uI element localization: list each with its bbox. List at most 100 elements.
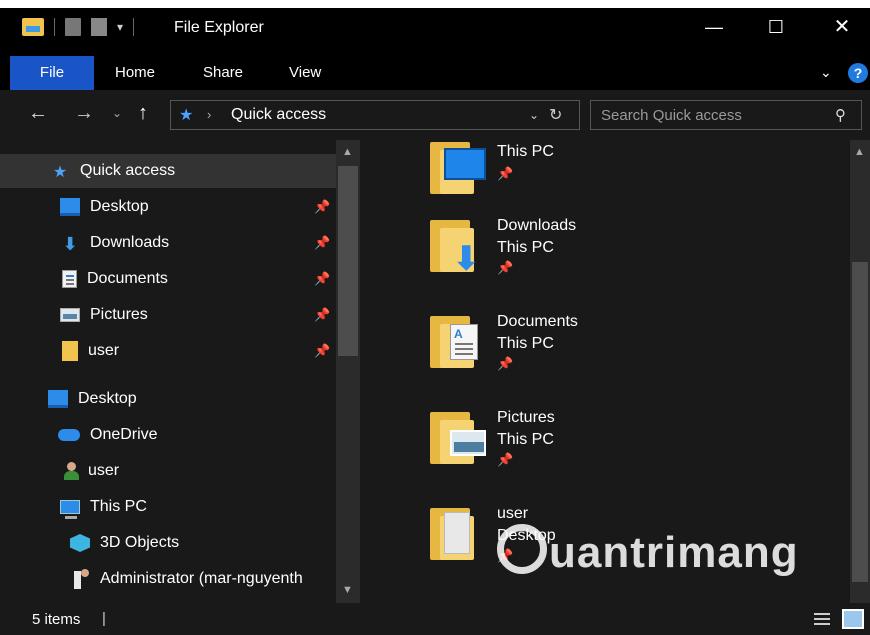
content-scrollbar[interactable]: ▲ [850,140,870,603]
pin-icon: 📌 [314,307,331,322]
user-folder-icon [428,504,488,564]
sidebar-item-label: Quick access [80,162,176,179]
pin-icon: 📌 [314,199,331,214]
item-name: Pictures [497,409,555,426]
sidebar-item-administrator[interactable]: Administrator (mar-nguyenth [0,562,336,596]
documents-icon [62,270,77,288]
this-pc-icon [60,500,80,519]
sidebar-scrollbar[interactable]: ▲ ▼ [336,140,360,603]
expand-ribbon-icon[interactable]: ⌄ [820,64,832,81]
3d-objects-icon [70,534,90,552]
pictures-icon [60,308,80,322]
search-box[interactable]: ⚲ [590,100,862,130]
forward-button[interactable]: → [74,102,94,125]
tab-view[interactable]: View [289,56,321,90]
sidebar-item-documents[interactable]: Documents 📌 [0,262,336,296]
tab-share[interactable]: Share [203,56,243,90]
maximize-button[interactable]: ☐ [754,12,798,42]
tab-file[interactable]: File [10,56,94,90]
sidebar-item-label: Pictures [90,306,148,323]
sidebar-item-user[interactable]: user [0,454,336,488]
sidebar-item-label: Desktop [90,198,149,215]
list-item-downloads[interactable]: ⬇ Downloads This PC 📌 [428,216,728,298]
sidebar-item-3d-objects[interactable]: 3D Objects [0,526,336,560]
sidebar-item-label: 3D Objects [100,534,180,551]
downloads-folder-icon: ⬇ [428,216,488,276]
quick-access-toolbar: ▾ [22,18,135,36]
sidebar-item-desktop-pinned[interactable]: Desktop 📌 [0,190,336,224]
sidebar-item-onedrive[interactable]: OneDrive [0,418,336,452]
customize-toolbar-icon[interactable]: ▾ [117,20,123,34]
close-button[interactable]: ✕ [820,12,864,42]
documents-folder-icon [428,312,488,372]
breadcrumb-chevron-icon[interactable]: › [207,107,211,122]
back-button[interactable]: ← [28,102,48,125]
downloads-icon: ⬇ [62,234,78,254]
ribbon: File Home Share View ⌄ ? [0,56,870,90]
sidebar-scrollbar-thumb[interactable] [338,166,358,356]
list-item-desktop[interactable]: This PC 📌 [428,138,728,220]
pin-icon: 📌 [497,452,514,467]
search-icon[interactable]: ⚲ [835,106,846,124]
desktop-icon [60,198,80,216]
recent-locations-icon[interactable]: ⌄ [112,106,122,120]
navigation-pane: ★ Quick access Desktop 📌 ⬇ Downloads 📌 D… [0,140,360,603]
desktop-icon [48,390,68,408]
list-item-pictures[interactable]: Pictures This PC 📌 [428,408,728,490]
watermark-logo: uantrimang [497,524,799,580]
item-name: user [497,505,529,522]
breadcrumb-quick-access[interactable]: Quick access [231,106,326,124]
content-scrollbar-thumb[interactable] [852,262,868,582]
large-icons-view-icon[interactable] [842,609,864,629]
pin-icon: 📌 [497,166,514,181]
scroll-up-icon[interactable]: ▲ [854,146,865,158]
item-location: This PC [497,335,554,352]
scroll-up-icon[interactable]: ▲ [342,146,353,158]
item-location: This PC [497,143,554,160]
watermark-text: uantrimang [549,528,799,577]
sidebar-item-this-pc[interactable]: This PC [0,490,336,524]
sidebar-item-label: user [88,462,120,479]
status-bar: 5 items | [0,603,870,635]
sidebar-item-pictures[interactable]: Pictures 📌 [0,298,336,332]
toolbar-separator [54,18,55,36]
minimize-button[interactable]: — [692,12,736,42]
pin-icon: 📌 [314,343,331,358]
sidebar-item-quick-access[interactable]: ★ Quick access [0,154,336,188]
tab-home[interactable]: Home [115,56,155,90]
title-bar: ▾ File Explorer — ☐ ✕ [0,0,870,56]
help-icon[interactable]: ? [848,63,868,83]
list-item-documents[interactable]: Documents This PC 📌 [428,312,728,394]
refresh-icon[interactable]: ↻ [549,105,562,125]
quick-access-star-icon: ★ [52,164,68,181]
item-count: 5 items [32,611,81,628]
up-button[interactable]: ↑ [138,102,148,125]
search-input[interactable] [591,101,827,129]
file-explorer-icon [22,18,44,36]
properties-icon[interactable] [65,18,81,36]
pin-icon: 📌 [314,235,331,250]
watermark-q-icon [497,524,547,575]
item-location: This PC [497,239,554,256]
sidebar-item-user-pinned[interactable]: user 📌 [0,334,336,368]
window-title: File Explorer [174,19,264,36]
sidebar-item-label: user [88,342,120,359]
sidebar-item-label: Downloads [90,234,170,251]
status-separator: | [102,610,106,627]
sidebar-item-label: OneDrive [90,426,158,443]
item-name: Documents [497,313,578,330]
sidebar-item-label: Desktop [78,390,137,407]
item-name: Downloads [497,217,577,234]
details-view-icon[interactable] [814,611,830,627]
address-bar[interactable]: ★ › Quick access ⌄ ↻ [170,100,580,130]
new-folder-icon[interactable] [91,18,107,36]
address-dropdown-icon[interactable]: ⌄ [529,108,539,122]
onedrive-icon [58,429,80,441]
pin-icon: 📌 [497,356,514,371]
sidebar-item-downloads[interactable]: ⬇ Downloads 📌 [0,226,336,260]
pin-icon: 📌 [314,271,331,286]
scroll-down-icon[interactable]: ▼ [342,584,353,596]
administrator-icon [72,569,90,589]
sidebar-item-desktop[interactable]: Desktop [0,382,336,416]
desktop-folder-icon [428,138,488,198]
